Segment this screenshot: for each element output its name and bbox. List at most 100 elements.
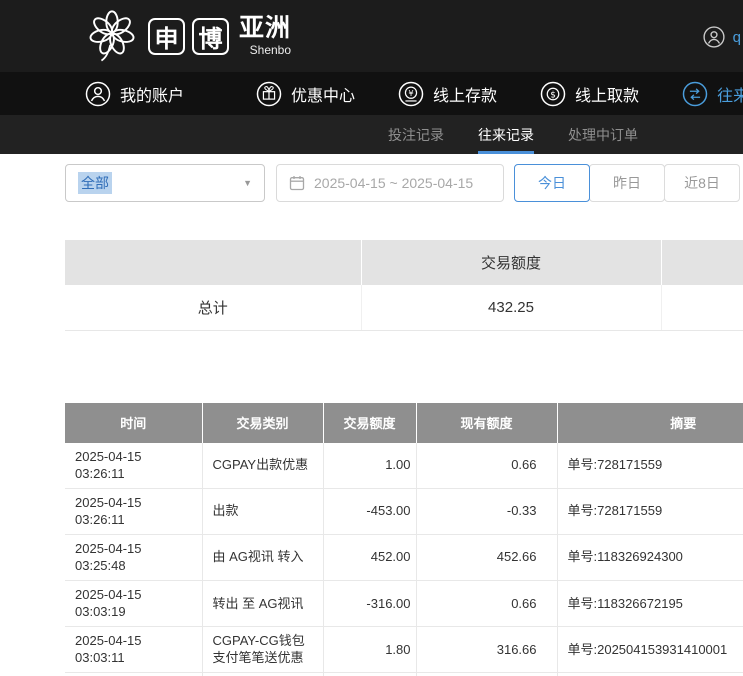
col-header-amount: 交易额度 — [323, 403, 416, 443]
cell-time: 2025-04-15 03:03:19 — [65, 580, 202, 626]
summary-table: 交易额度 总计 432.25 — [65, 240, 743, 331]
cell-memo: 单号:728171559 — [557, 488, 743, 534]
nav-item-promotions[interactable]: 优惠中心 — [256, 81, 355, 107]
table-row: 2025-04-15 03:03:11 CGPAY支付 300.00 314.8… — [65, 672, 743, 676]
records-header-row: 时间 交易类别 交易额度 现有额度 摘要 — [65, 403, 743, 443]
tab-betting-records[interactable]: 投注记录 — [388, 115, 444, 154]
logo-char-bo: 博 — [192, 18, 229, 55]
calendar-icon — [289, 175, 305, 191]
logo-char-shen: 申 — [148, 18, 185, 55]
records-table: 时间 交易类别 交易额度 现有额度 摘要 2025-04-15 03:26:11… — [65, 403, 743, 676]
table-row: 2025-04-15 03:26:11 CGPAY出款优惠 1.00 0.66 … — [65, 443, 743, 489]
cell-balance: 0.66 — [416, 443, 557, 489]
user-account-link[interactable]: q — [703, 26, 741, 48]
nav-item-deposit[interactable]: ¥ 线上存款 — [398, 81, 497, 107]
username: q — [733, 29, 741, 46]
topbar: 申 博 亚洲 Shenbo q — [0, 0, 743, 72]
cell-type: 转出 至 AG视讯 — [202, 580, 323, 626]
cell-balance: 452.66 — [416, 534, 557, 580]
cell-time: 2025-04-15 03:26:11 — [65, 443, 202, 489]
col-header-type: 交易类别 — [202, 403, 323, 443]
cell-balance: 316.66 — [416, 626, 557, 672]
yesterday-button[interactable]: 昨日 — [589, 164, 665, 202]
today-button[interactable]: 今日 — [514, 164, 590, 202]
cell-memo: 单号:202504153931410001 — [557, 672, 743, 676]
nav-item-my-account[interactable]: 我的账户 — [85, 81, 184, 107]
cell-amount: -453.00 — [323, 488, 416, 534]
cell-amount: 1.80 — [323, 626, 416, 672]
deposit-coin-icon: ¥ — [398, 81, 424, 107]
user-icon — [85, 81, 111, 107]
table-row: 2025-04-15 03:03:19 转出 至 AG视讯 -316.00 0.… — [65, 580, 743, 626]
nav-label: 线上取款 — [575, 82, 639, 106]
cell-balance: -0.33 — [416, 488, 557, 534]
nav-item-transaction-records[interactable]: 往来记录 — [682, 81, 743, 107]
category-select[interactable]: 全部 ▼ — [65, 164, 265, 202]
summary-header-empty — [65, 240, 361, 285]
cell-memo: 单号:202504153931410001 — [557, 626, 743, 672]
withdraw-coin-icon: $ — [540, 81, 566, 107]
cell-balance: 314.86 — [416, 672, 557, 676]
sub-navigation: 投注记录 往来记录 处理中订单 — [0, 115, 743, 154]
nav-label: 往来记录 — [717, 82, 743, 106]
logo-region-text: 亚洲 — [239, 16, 291, 41]
flower-logo-icon — [85, 7, 139, 65]
brand-logo[interactable]: 申 博 亚洲 Shenbo — [85, 7, 291, 65]
logo-subtitle-text: Shenbo — [250, 44, 291, 56]
table-row: 2025-04-15 03:25:48 由 AG视讯 转入 452.00 452… — [65, 534, 743, 580]
chevron-down-icon: ▼ — [243, 178, 252, 188]
svg-text:$: $ — [550, 90, 556, 100]
date-range-value: 2025-04-15 ~ 2025-04-15 — [314, 175, 473, 191]
gift-icon — [256, 81, 282, 107]
col-header-balance: 现有额度 — [416, 403, 557, 443]
summary-header-empty — [661, 240, 743, 285]
main-content: 全部 ▼ 2025-04-15 ~ 2025-04-15 今日 昨日 近8日 — [0, 164, 743, 676]
nav-label: 线上存款 — [433, 82, 497, 106]
cell-memo: 单号:118326672195 — [557, 580, 743, 626]
summary-empty-cell — [661, 285, 743, 330]
transfer-records-icon — [682, 81, 708, 107]
user-avatar-icon — [703, 26, 725, 48]
tab-label: 投注记录 — [388, 125, 444, 145]
cell-type: CGPAY支付 — [202, 672, 323, 676]
nav-item-withdraw[interactable]: $ 线上取款 — [540, 81, 639, 107]
summary-total-label: 总计 — [65, 285, 361, 330]
cell-type: CGPAY-CG钱包支付笔笔送优惠 — [202, 626, 323, 672]
tab-label: 往来记录 — [478, 125, 534, 145]
cell-time: 2025-04-15 03:03:11 — [65, 672, 202, 676]
date-range-picker[interactable]: 2025-04-15 ~ 2025-04-15 — [276, 164, 504, 202]
table-row: 2025-04-15 03:03:11 CGPAY-CG钱包支付笔笔送优惠 1.… — [65, 626, 743, 672]
svg-text:¥: ¥ — [408, 87, 413, 97]
tab-label: 处理中订单 — [568, 125, 638, 145]
cell-type: 出款 — [202, 488, 323, 534]
cell-type: CGPAY出款优惠 — [202, 443, 323, 489]
filter-row: 全部 ▼ 2025-04-15 ~ 2025-04-15 今日 昨日 近8日 — [65, 164, 743, 202]
page: 申 博 亚洲 Shenbo q — [0, 0, 743, 676]
main-navigation: 我的账户 优惠中心 ¥ — [0, 72, 743, 115]
summary-total-row: 总计 432.25 — [65, 285, 743, 330]
nav-label: 我的账户 — [120, 82, 184, 106]
table-row: 2025-04-15 03:26:11 出款 -453.00 -0.33 单号:… — [65, 488, 743, 534]
nav-label: 优惠中心 — [291, 82, 355, 106]
col-header-memo: 摘要 — [557, 403, 743, 443]
last-8-days-button[interactable]: 近8日 — [664, 164, 740, 202]
quick-date-buttons: 今日 昨日 近8日 — [514, 164, 740, 202]
cell-type: 由 AG视讯 转入 — [202, 534, 323, 580]
summary-header-amount: 交易额度 — [361, 240, 661, 285]
logo-text-block: 亚洲 Shenbo — [239, 16, 291, 56]
tab-processing-orders[interactable]: 处理中订单 — [568, 115, 638, 154]
cell-amount: 300.00 — [323, 672, 416, 676]
summary-total-value: 432.25 — [361, 285, 661, 330]
cell-time: 2025-04-15 03:03:11 — [65, 626, 202, 672]
cell-time: 2025-04-15 03:25:48 — [65, 534, 202, 580]
col-header-time: 时间 — [65, 403, 202, 443]
cell-amount: -316.00 — [323, 580, 416, 626]
category-selected-value: 全部 — [78, 172, 112, 194]
cell-balance: 0.66 — [416, 580, 557, 626]
tab-transaction-records[interactable]: 往来记录 — [478, 115, 534, 154]
cell-memo: 单号:728171559 — [557, 443, 743, 489]
cell-memo: 单号:118326924300 — [557, 534, 743, 580]
cell-amount: 1.00 — [323, 443, 416, 489]
summary-header-row: 交易额度 — [65, 240, 743, 285]
cell-amount: 452.00 — [323, 534, 416, 580]
